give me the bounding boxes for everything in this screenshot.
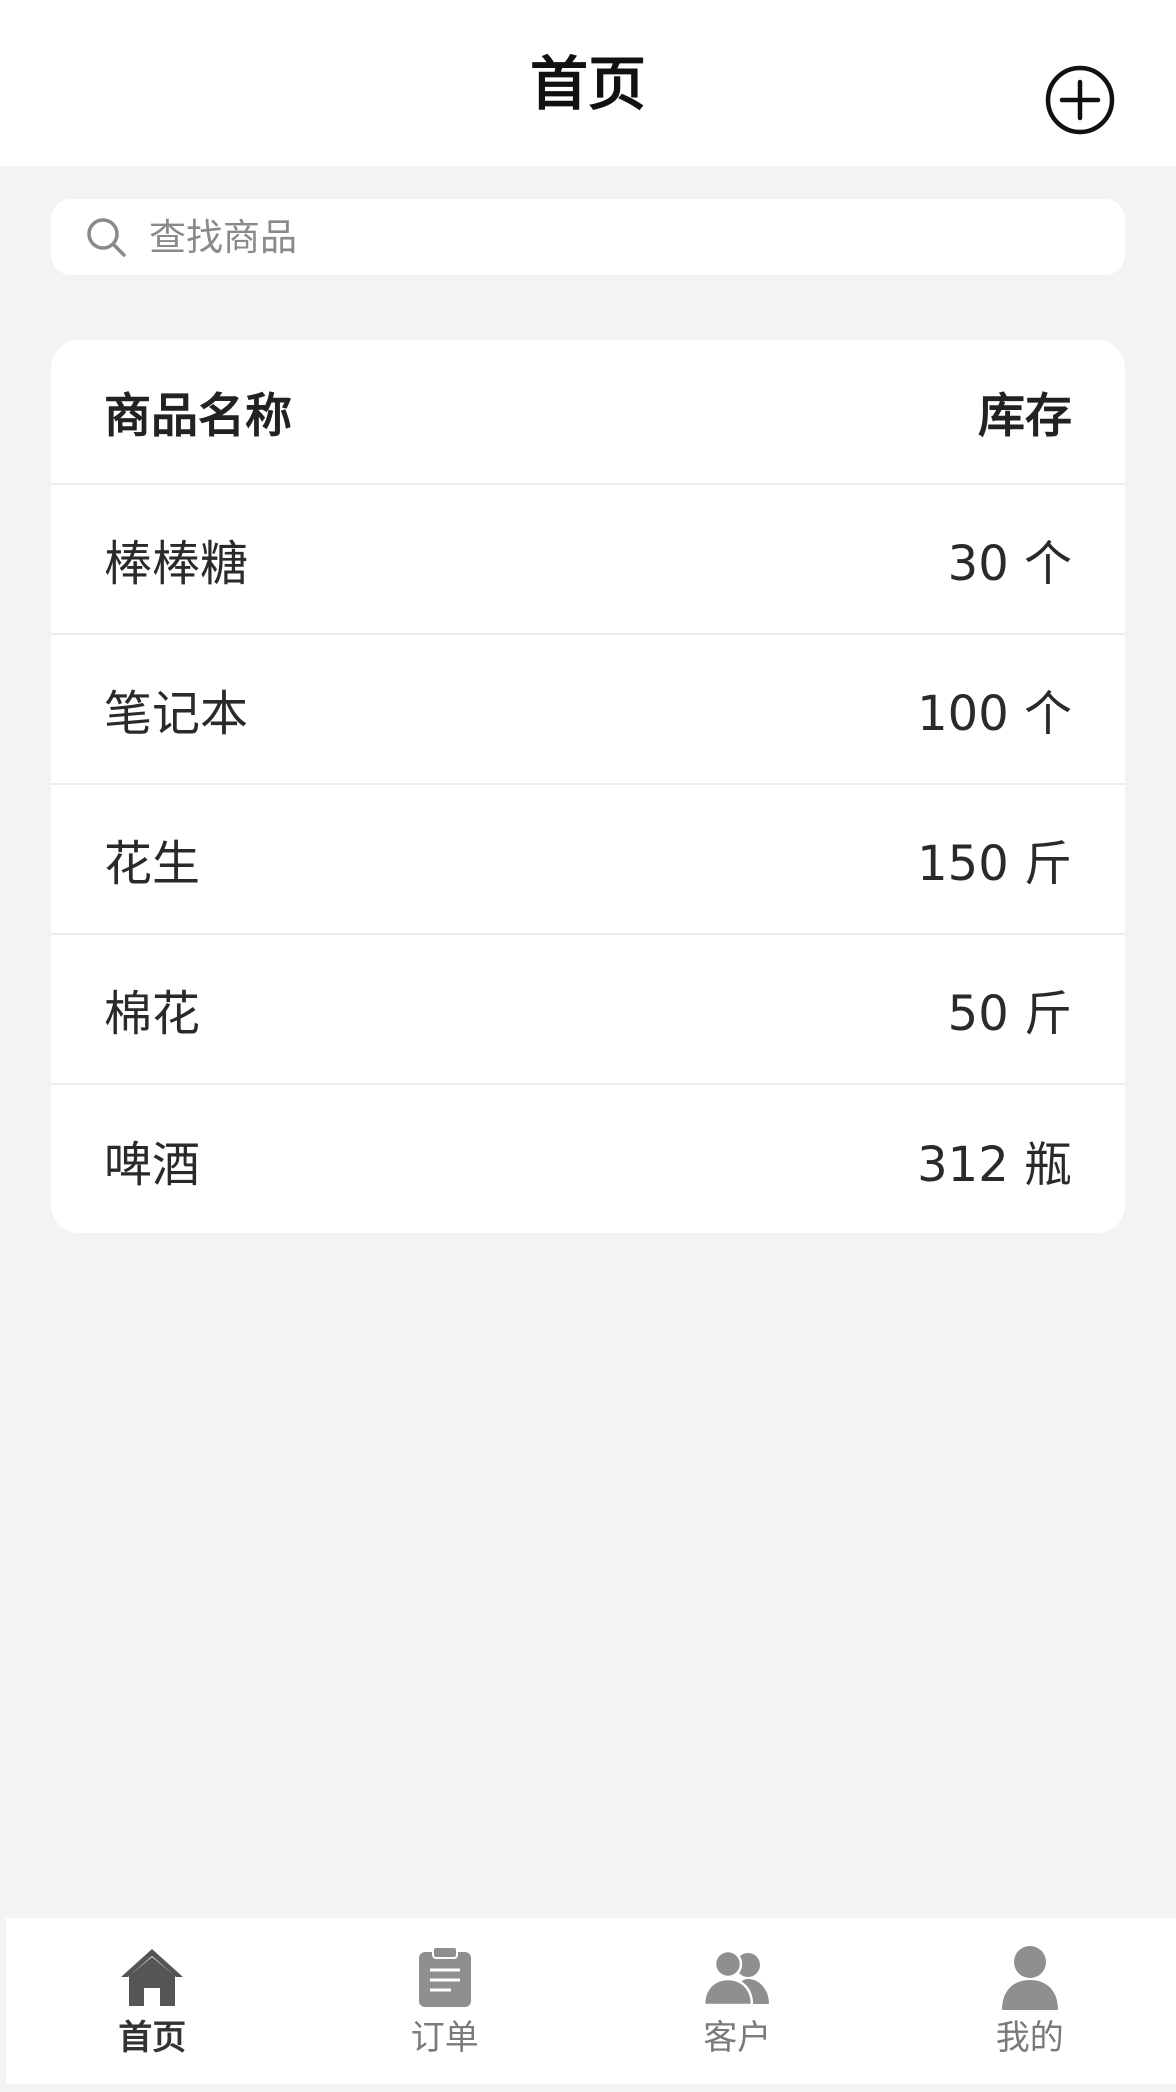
bottom-tab-bar: 首页 订单 客户 我的	[6, 1918, 1176, 2084]
product-stock: 50 斤	[947, 986, 1072, 1042]
product-name: 笔记本	[104, 686, 249, 742]
product-name: 花生	[104, 836, 201, 892]
search-input[interactable]	[149, 215, 1049, 259]
home-icon	[117, 1942, 187, 2012]
table-row[interactable]: 笔记本 100 个	[51, 635, 1125, 785]
tab-customers[interactable]: 客户	[591, 1918, 884, 2084]
inventory-table: 商品名称 库存 棒棒糖 30 个 笔记本 100 个 花生 150 斤 棉花 5…	[51, 340, 1125, 1233]
table-header: 商品名称 库存	[51, 340, 1125, 485]
tab-label: 订单	[410, 2018, 479, 2058]
user-icon	[995, 1942, 1065, 2012]
plus-circle-icon	[1045, 65, 1115, 135]
clipboard-icon	[410, 1942, 480, 2012]
add-button[interactable]	[1028, 48, 1132, 152]
tab-label: 我的	[995, 2018, 1064, 2058]
app-header: 首页	[0, 0, 1176, 166]
table-row[interactable]: 花生 150 斤	[51, 785, 1125, 935]
search-icon	[83, 214, 129, 260]
product-name: 棉花	[104, 986, 201, 1042]
product-stock: 30 个	[947, 536, 1072, 592]
table-row[interactable]: 棉花 50 斤	[51, 935, 1125, 1085]
tab-home[interactable]: 首页	[6, 1918, 299, 2084]
table-row[interactable]: 棒棒糖 30 个	[51, 485, 1125, 635]
search-bar[interactable]	[51, 199, 1125, 275]
product-stock: 312 瓶	[917, 1137, 1072, 1193]
column-header-name: 商品名称	[104, 389, 292, 444]
tab-profile[interactable]: 我的	[884, 1918, 1176, 2084]
table-row[interactable]: 啤酒 312 瓶	[51, 1085, 1125, 1233]
product-name: 棒棒糖	[104, 536, 249, 592]
product-stock: 150 斤	[917, 836, 1072, 892]
tab-orders[interactable]: 订单	[299, 1918, 592, 2084]
page-title: 首页	[529, 50, 646, 118]
column-header-stock: 库存	[978, 389, 1072, 444]
tab-label: 客户	[703, 2018, 772, 2058]
tab-label: 首页	[118, 2018, 187, 2058]
product-name: 啤酒	[104, 1137, 201, 1193]
users-icon	[702, 1942, 772, 2012]
product-stock: 100 个	[917, 686, 1072, 742]
